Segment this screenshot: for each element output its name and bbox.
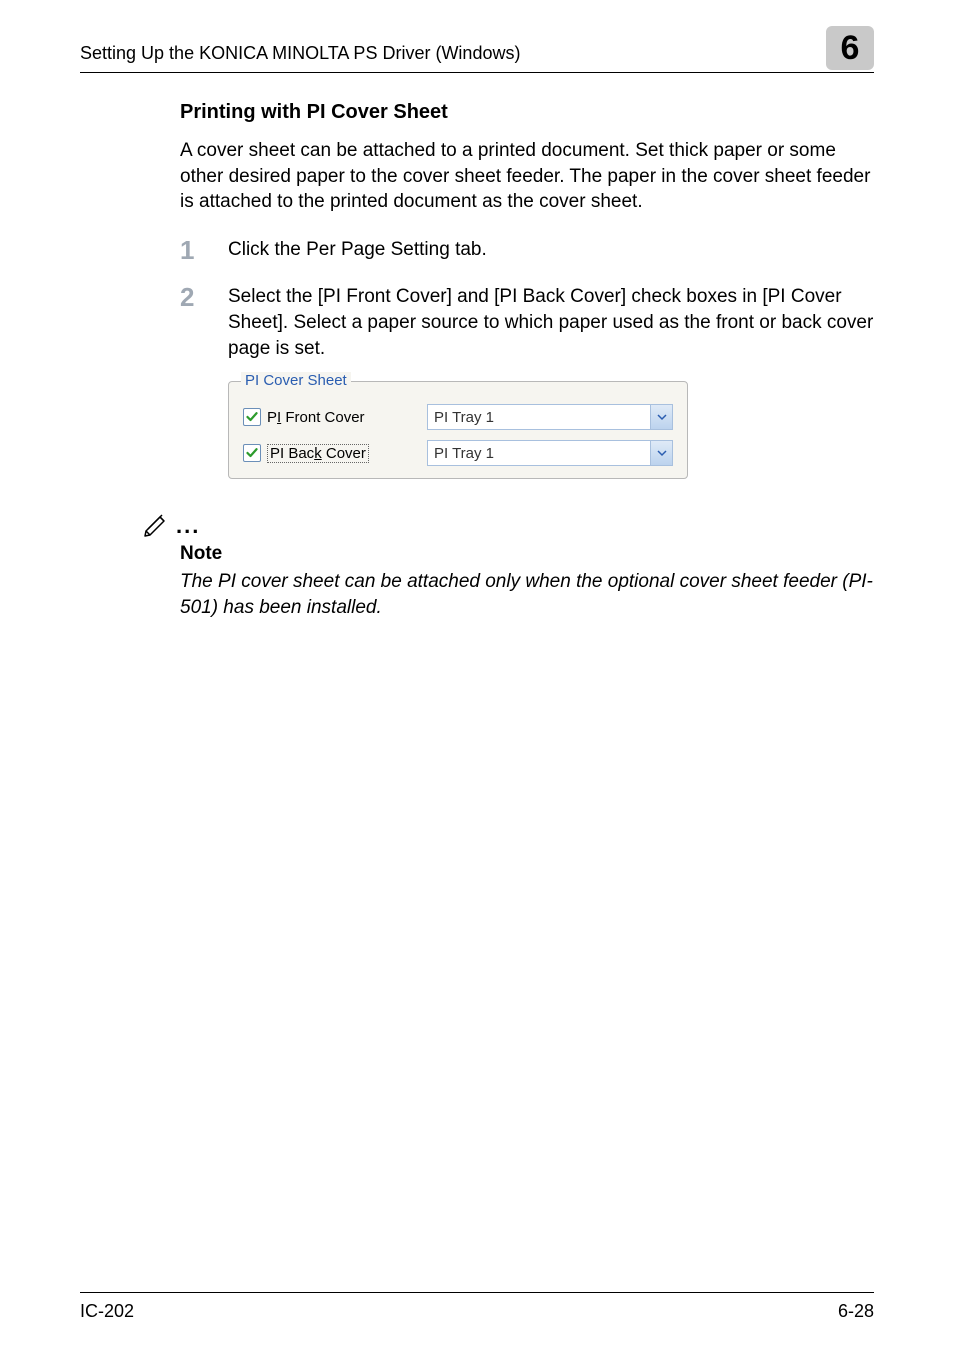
page-header: Setting Up the KONICA MINOLTA PS Driver … [80,36,874,73]
header-title: Setting Up the KONICA MINOLTA PS Driver … [80,43,520,64]
note-body: The PI cover sheet can be attached only … [180,569,874,620]
pencil-icon [140,509,172,541]
note-label: Note [180,543,874,565]
checkbox-icon [243,408,261,426]
chevron-down-icon [650,405,672,429]
pi-front-cover-checkbox[interactable]: PI Front Cover [243,408,413,426]
chapter-badge: 6 [826,26,874,70]
step-number: 1 [180,237,228,264]
checkbox-icon [243,444,261,462]
step-number: 2 [180,284,228,361]
intro-paragraph: A cover sheet can be attached to a print… [180,138,874,215]
select-value: PI Tray 1 [434,445,494,462]
content-area: Printing with PI Cover Sheet A cover she… [80,101,874,1292]
note-icon-row: ... [140,509,874,541]
pi-cover-sheet-panel: PI Cover Sheet PI Front Cover PI Tray 1 [228,381,688,479]
note-dots: ... [176,513,200,541]
step-text: Click the Per Page Setting tab. [228,237,487,264]
panel-legend: PI Cover Sheet [241,372,351,389]
note-block: ... Note The PI cover sheet can be attac… [180,509,874,620]
step-2: 2 Select the [PI Front Cover] and [PI Ba… [180,284,874,361]
section-title: Printing with PI Cover Sheet [180,101,874,124]
pi-back-cover-tray-select[interactable]: PI Tray 1 [427,440,673,466]
select-value: PI Tray 1 [434,409,494,426]
step-1: 1 Click the Per Page Setting tab. [180,237,874,264]
chapter-number: 6 [841,29,860,68]
step-text: Select the [PI Front Cover] and [PI Back… [228,284,874,361]
chevron-down-icon [650,441,672,465]
pi-back-cover-checkbox[interactable]: PI Back Cover [243,444,413,463]
pi-front-cover-tray-select[interactable]: PI Tray 1 [427,404,673,430]
footer-right: 6-28 [838,1301,874,1322]
checkbox-label: PI Front Cover [267,409,365,426]
checkbox-label: PI Back Cover [267,444,369,463]
pi-back-cover-row: PI Back Cover PI Tray 1 [243,440,673,466]
page-footer: IC-202 6-28 [80,1292,874,1322]
pi-cover-sheet-panel-wrap: PI Cover Sheet PI Front Cover PI Tray 1 [228,381,874,479]
footer-left: IC-202 [80,1301,134,1322]
pi-front-cover-row: PI Front Cover PI Tray 1 [243,404,673,430]
